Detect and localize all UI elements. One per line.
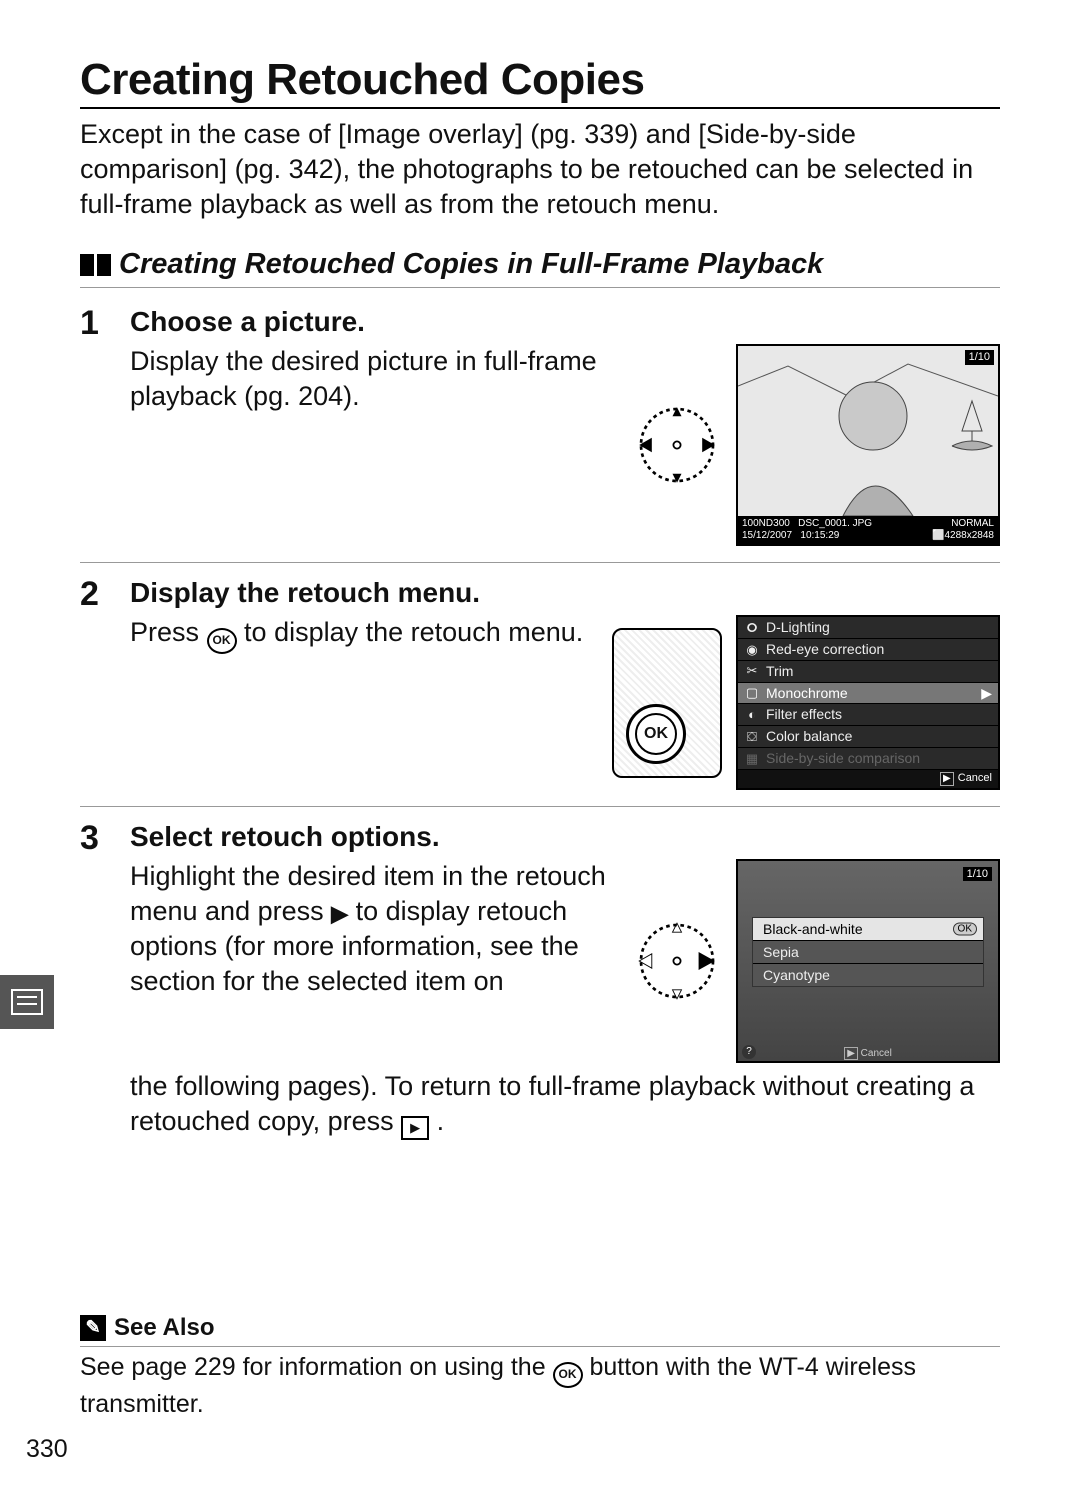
step-number: 1: [80, 306, 122, 546]
step-3-title: Select retouch options.: [130, 821, 1000, 853]
step-1-text: Display the desired picture in full-fram…: [130, 344, 614, 414]
subheading: Creating Retouched Copies in Full-Frame …: [80, 248, 1000, 288]
image-counter: 1/10: [963, 867, 992, 881]
retouch-menu-item: ▦ Side-by-side comparison: [738, 748, 998, 770]
subheading-text: Creating Retouched Copies in Full-Frame …: [119, 248, 823, 281]
step-3-text-a: Highlight the desired item in the retouc…: [130, 859, 614, 999]
chevron-right-icon: ▶: [981, 685, 992, 702]
step-3-text-b: the following pages). To return to full-…: [130, 1069, 1000, 1141]
retouch-menu-item: ✂ Trim: [738, 661, 998, 683]
playback-icon: ▶: [940, 772, 954, 786]
see-also-heading: See Also: [114, 1314, 215, 1342]
pencil-icon: ✎: [80, 1315, 106, 1341]
menu-item-label: Color balance: [766, 728, 852, 745]
retouch-options-illustration: 1/10 Black-and-whiteOKSepiaCyanotype ? ▶…: [736, 859, 1000, 1063]
ok-button-icon: OK: [207, 628, 237, 654]
step-2: 2 Display the retouch menu. Press OK to …: [80, 563, 1000, 807]
multiselector-icon: [632, 400, 722, 490]
retouch-section-tab-icon: [0, 975, 54, 1029]
page-title: Creating Retouched Copies: [80, 55, 1000, 109]
retouch-menu-item: 🞇 D-Lighting: [738, 617, 998, 639]
retouch-option-item: Sepia: [753, 941, 983, 964]
retouch-menu-item: ⛋ Color balance: [738, 726, 998, 748]
menu-item-icon: ◐: [744, 707, 760, 723]
step-3: 3 Select retouch options. Highlight the …: [80, 807, 1000, 1157]
menu-item-icon: ◉: [744, 642, 760, 658]
ok-badge-icon: OK: [953, 922, 977, 935]
retouch-menu-illustration: 🞇 D-Lighting ◉ Red-eye correction ✂ Trim ▢ Mono…: [736, 615, 1000, 790]
step-number: 2: [80, 577, 122, 790]
cancel-label: Cancel: [958, 772, 992, 785]
retouch-menu-item: ◉ Red-eye correction: [738, 639, 998, 661]
menu-item-label: Red-eye correction: [766, 641, 884, 658]
step-1-title: Choose a picture.: [130, 306, 1000, 338]
step-number: 3: [80, 821, 122, 1141]
playback-screen-illustration: 1/10: [736, 344, 1000, 546]
section-marker-icon: [80, 254, 111, 276]
right-arrow-icon: ▶: [331, 901, 348, 926]
menu-item-label: Monochrome: [766, 685, 848, 702]
cancel-label: Cancel: [861, 1048, 892, 1059]
page-number: 330: [26, 1435, 68, 1464]
playback-button-icon: ▶: [401, 1116, 429, 1140]
camera-ok-button-illustration: OK: [612, 628, 722, 778]
retouch-option-item: Cyanotype: [753, 964, 983, 986]
step-1: 1 Choose a picture. Display the desired …: [80, 292, 1000, 563]
multiselector-right-icon: [632, 916, 722, 1006]
see-also-text: See page 229 for information on using th…: [80, 1351, 1000, 1420]
menu-item-label: D-Lighting: [766, 619, 830, 636]
menu-item-icon: 🞇: [744, 620, 760, 636]
step-2-title: Display the retouch menu.: [130, 577, 1000, 609]
playback-icon: ▶: [844, 1047, 858, 1060]
menu-item-label: Trim: [766, 663, 793, 680]
image-counter: 1/10: [965, 350, 994, 365]
menu-item-icon: ⛋: [744, 729, 760, 745]
intro-paragraph: Except in the case of [Image overlay] (p…: [80, 117, 1000, 222]
step-2-text: Press OK to display the retouch menu.: [130, 615, 594, 654]
retouch-menu-item: ◐ Filter effects: [738, 704, 998, 726]
menu-item-icon: ▦: [744, 751, 760, 767]
retouch-menu-item: ▢ Monochrome ▶: [738, 683, 998, 705]
ok-button-icon: OK: [553, 1362, 583, 1388]
menu-item-label: Side-by-side comparison: [766, 750, 920, 767]
see-also-box: ✎ See Also See page 229 for information …: [80, 1314, 1000, 1420]
menu-item-label: Filter effects: [766, 706, 842, 723]
retouch-option-item: Black-and-whiteOK: [753, 918, 983, 941]
menu-item-icon: ▢: [744, 685, 760, 701]
menu-item-icon: ✂: [744, 663, 760, 679]
